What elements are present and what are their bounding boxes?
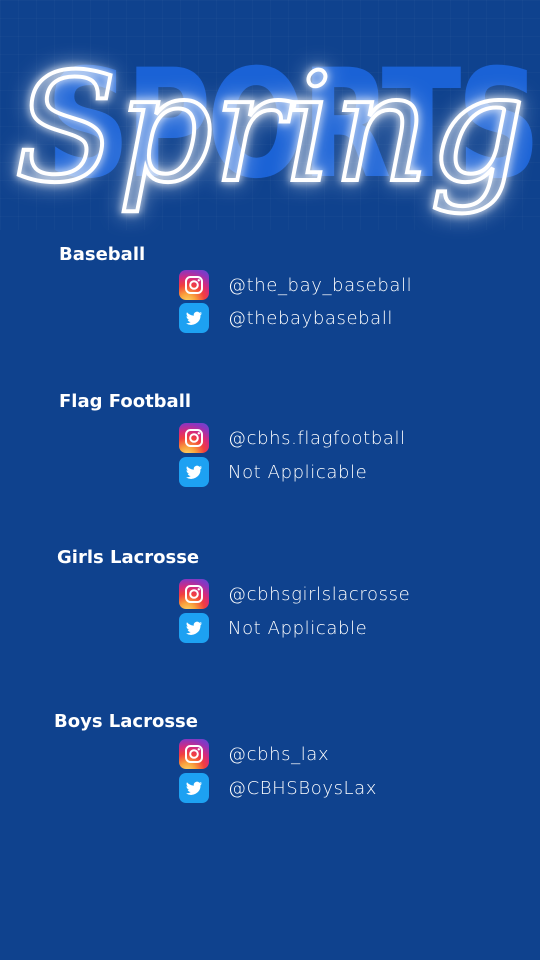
instagram-row[interactable]: @cbhsgirlslacrosse: [179, 578, 410, 610]
twitter-row[interactable]: @thebaybaseball: [179, 302, 393, 334]
instagram-icon: [179, 423, 209, 453]
section-title-girls-lacrosse: Girls Lacrosse: [57, 547, 200, 568]
twitter-icon: [179, 457, 209, 487]
twitter-icon: [179, 303, 209, 333]
instagram-row[interactable]: @cbhs.flagfootball: [179, 422, 406, 454]
section-title-boys-lacrosse: Boys Lacrosse: [54, 711, 198, 732]
poster: SPORTS Spring Baseball @the_bay_baseball: [0, 0, 540, 960]
instagram-handle: @cbhs_lax: [228, 743, 330, 765]
instagram-handle: @the_bay_baseball: [228, 274, 413, 296]
twitter-handle: Not Applicable: [228, 461, 368, 483]
twitter-icon: [179, 773, 209, 803]
neon-title: Spring: [12, 40, 527, 218]
instagram-icon: [179, 270, 209, 300]
twitter-row[interactable]: Not Applicable: [179, 456, 367, 488]
twitter-icon: [179, 613, 209, 643]
section-title-flag-football: Flag Football: [59, 391, 192, 412]
instagram-row[interactable]: @the_bay_baseball: [179, 269, 412, 301]
instagram-icon: [179, 579, 209, 609]
instagram-handle: @cbhsgirlslacrosse: [228, 583, 411, 605]
section-title-baseball: Baseball: [59, 244, 146, 265]
twitter-row[interactable]: @CBHSBoysLax: [179, 772, 377, 804]
twitter-handle: Not Applicable: [228, 617, 368, 639]
twitter-row[interactable]: Not Applicable: [179, 612, 367, 644]
instagram-icon: [179, 739, 209, 769]
twitter-handle: @thebaybaseball: [228, 307, 394, 329]
instagram-handle: @cbhs.flagfootball: [228, 427, 406, 449]
twitter-handle: @CBHSBoysLax: [228, 777, 378, 799]
neon-word: Spring: [14, 42, 525, 216]
instagram-row[interactable]: @cbhs_lax: [179, 738, 329, 770]
